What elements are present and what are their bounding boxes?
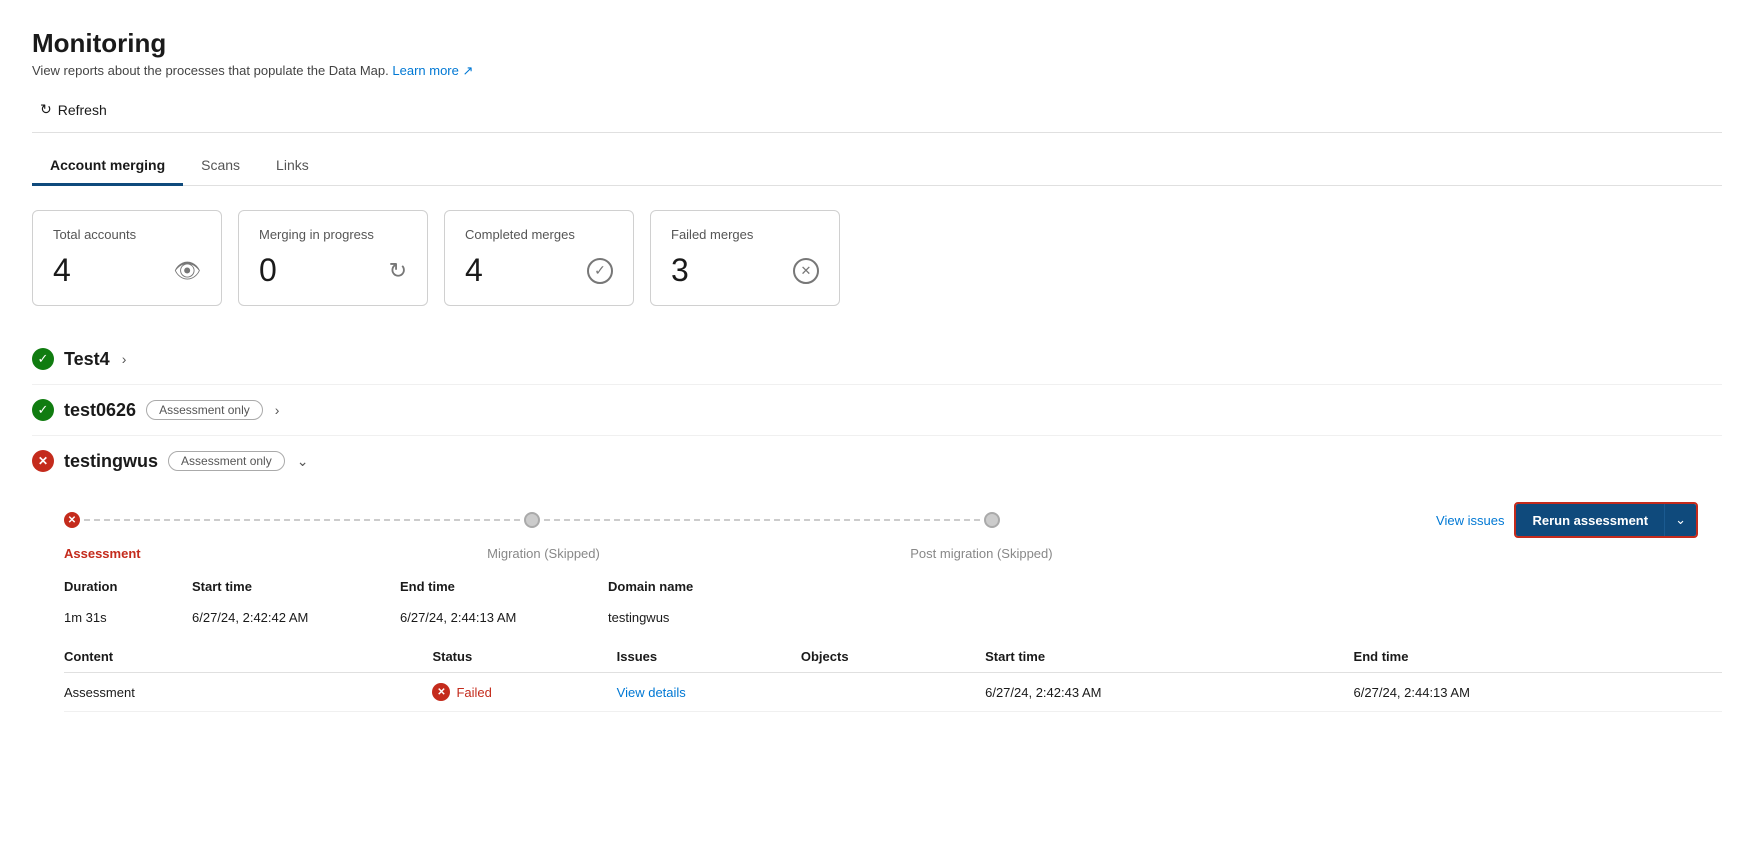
assessment-badge-testingwus: Assessment only: [168, 451, 285, 471]
pipeline-labels-row: Assessment Migration (Skipped) Post migr…: [64, 546, 1722, 561]
row-start-time: 6/27/24, 2:42:43 AM: [985, 685, 1353, 700]
collapse-chevron-testingwus: ⌄: [297, 453, 309, 470]
account-name-testingwus: testingwus: [64, 451, 158, 472]
status-success-icon-test4: ✓: [32, 348, 54, 370]
table-row: Assessment ✕ Failed View details 6/27/24…: [64, 673, 1722, 712]
accounts-list: ✓ Test4 › ✓ test0626 Assessment only › ✕…: [32, 334, 1722, 712]
domain-name-label: Domain name: [608, 579, 1722, 594]
expanded-section-testingwus: ✕ View iss: [32, 486, 1722, 712]
post-migration-step-icon: [984, 512, 1000, 528]
pipeline-line-1: [84, 519, 520, 521]
account-name-test4: Test4: [64, 349, 110, 370]
stat-value-failed: 3: [671, 252, 689, 289]
col-content: Content: [64, 649, 432, 664]
pipeline-row: ✕ View iss: [64, 502, 1722, 538]
account-row-test4[interactable]: ✓ Test4 ›: [32, 334, 1722, 385]
col-end-time: End time: [1354, 649, 1722, 664]
tab-bar: Account merging Scans Links: [32, 147, 1722, 186]
stat-label-failed: Failed merges: [671, 227, 819, 242]
migration-step-icon: [524, 512, 540, 528]
stat-card-completed-merges: Completed merges 4 ✓: [444, 210, 634, 306]
stat-card-failed-merges: Failed merges 3 ✕: [650, 210, 840, 306]
assessment-step-label: Assessment: [64, 546, 204, 561]
refresh-button[interactable]: ↻ Refresh: [32, 97, 115, 122]
detail-grid: Duration Start time End time Domain name…: [64, 579, 1722, 625]
stat-label-merging: Merging in progress: [259, 227, 407, 242]
x-circle-icon: ✕: [793, 258, 819, 284]
duration-value: 1m 31s: [64, 610, 184, 625]
status-success-icon-test0626: ✓: [32, 399, 54, 421]
start-time-label: Start time: [192, 579, 392, 594]
tab-scans[interactable]: Scans: [183, 147, 258, 186]
view-issues-link[interactable]: View issues: [1436, 513, 1504, 528]
pipeline-line-2: [544, 519, 980, 521]
stat-label-total: Total accounts: [53, 227, 201, 242]
col-start-time: Start time: [985, 649, 1353, 664]
assessment-badge-test0626: Assessment only: [146, 400, 263, 420]
stat-card-total-accounts: Total accounts 4 👁: [32, 210, 222, 306]
rerun-button-group: Rerun assessment ⌄: [1514, 502, 1698, 538]
refresh-icon: ↻: [40, 101, 52, 118]
account-row-test0626[interactable]: ✓ test0626 Assessment only ›: [32, 385, 1722, 436]
tab-links[interactable]: Links: [258, 147, 327, 186]
pipeline-step-migration: [524, 512, 540, 528]
expand-chevron-test4: ›: [122, 351, 127, 367]
row-end-time: 6/27/24, 2:44:13 AM: [1354, 685, 1722, 700]
learn-more-link[interactable]: Learn more ↗: [392, 63, 473, 78]
duration-label: Duration: [64, 579, 184, 594]
sync-icon: ↻: [389, 258, 407, 284]
col-status: Status: [432, 649, 616, 664]
status-error-icon-testingwus: ✕: [32, 450, 54, 472]
expand-chevron-test0626: ›: [275, 402, 280, 418]
monitoring-page: Monitoring View reports about the proces…: [0, 0, 1754, 865]
rerun-assessment-button[interactable]: Rerun assessment: [1516, 504, 1664, 536]
domain-value: testingwus: [608, 610, 1722, 625]
row-content: Assessment: [64, 685, 432, 700]
failed-status-icon: ✕: [432, 683, 450, 701]
pipeline-step-assessment: ✕: [64, 512, 80, 528]
pipeline-step-post-migration: [984, 512, 1000, 528]
stat-label-completed: Completed merges: [465, 227, 613, 242]
post-migration-step-label: Post migration (Skipped): [910, 546, 1052, 561]
table-header: Content Status Issues Objects Start time…: [64, 641, 1722, 673]
stat-value-total: 4: [53, 252, 71, 289]
stat-card-merging-progress: Merging in progress 0 ↻: [238, 210, 428, 306]
view-details-link[interactable]: View details: [617, 685, 801, 700]
account-name-test0626: test0626: [64, 400, 136, 421]
eye-icon: 👁: [173, 258, 201, 284]
assessment-step-icon: ✕: [64, 512, 80, 528]
migration-step-label: Migration (Skipped): [487, 546, 627, 561]
stat-value-completed: 4: [465, 252, 483, 289]
col-issues: Issues: [617, 649, 801, 664]
chevron-down-icon: ⌄: [1675, 512, 1686, 527]
content-table: Content Status Issues Objects Start time…: [64, 641, 1722, 712]
page-title: Monitoring: [32, 28, 1722, 59]
toolbar: ↻ Refresh: [32, 97, 1722, 133]
start-time-value: 6/27/24, 2:42:42 AM: [192, 610, 392, 625]
tab-account-merging[interactable]: Account merging: [32, 147, 183, 186]
end-time-value: 6/27/24, 2:44:13 AM: [400, 610, 600, 625]
col-objects: Objects: [801, 649, 985, 664]
page-subtitle: View reports about the processes that po…: [32, 63, 1722, 79]
stats-row: Total accounts 4 👁 Merging in progress 0…: [32, 210, 1722, 306]
row-status: ✕ Failed: [432, 683, 616, 701]
stat-value-merging: 0: [259, 252, 277, 289]
account-row-testingwus[interactable]: ✕ testingwus Assessment only ⌄: [32, 436, 1722, 486]
check-circle-icon: ✓: [587, 258, 613, 284]
end-time-label: End time: [400, 579, 600, 594]
rerun-dropdown-arrow[interactable]: ⌄: [1664, 504, 1696, 536]
account-section-testingwus: ✕ testingwus Assessment only ⌄ ✕: [32, 436, 1722, 712]
